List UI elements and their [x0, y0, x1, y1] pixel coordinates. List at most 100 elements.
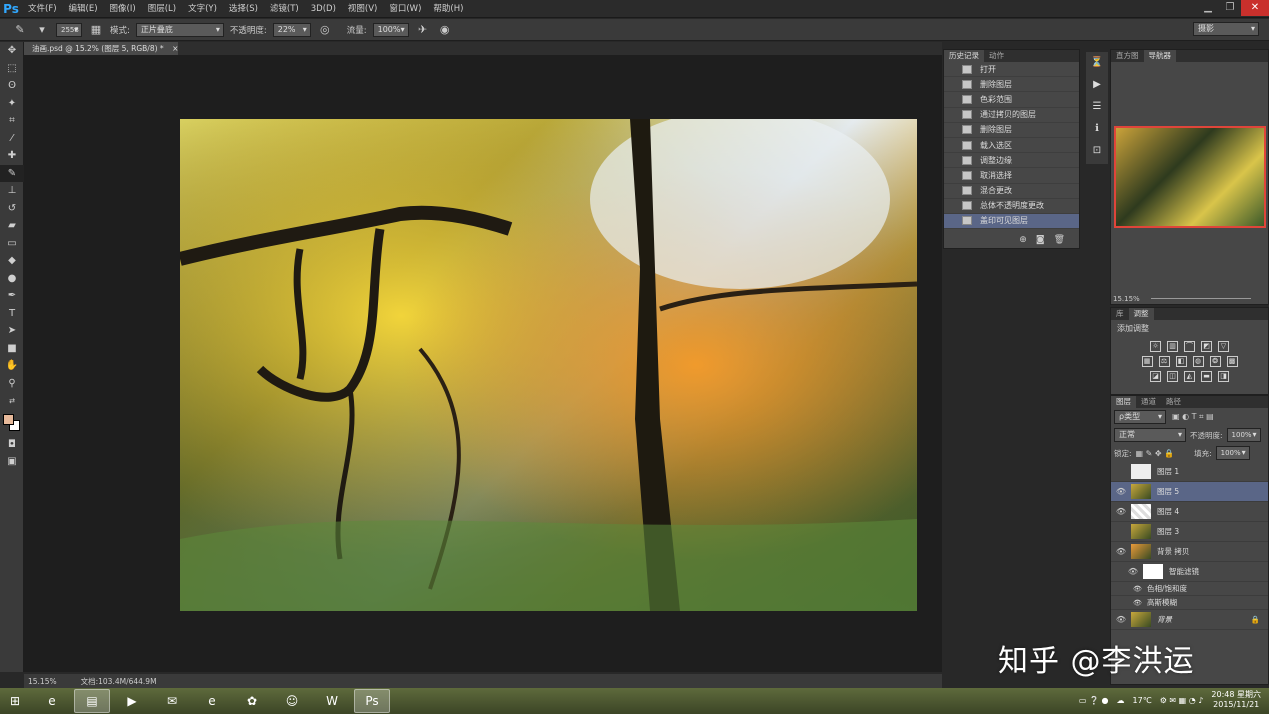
eye-icon[interactable]: 👁 [1111, 615, 1131, 624]
selective-color-icon[interactable]: ◨ [1218, 371, 1229, 382]
eye-icon[interactable]: 👁 [1111, 487, 1131, 496]
tool-presets-dock-icon[interactable]: ⊡ [1086, 140, 1108, 162]
filter-item-row[interactable]: 👁 色相/饱和度 [1111, 582, 1268, 596]
eye-icon[interactable]: 👁 [1123, 567, 1143, 576]
navigator-zoom-value[interactable]: 15.15% [1113, 295, 1140, 303]
layer-row-selected[interactable]: 👁 图层 5 [1111, 482, 1268, 502]
close-icon[interactable]: ✕ [1241, 0, 1269, 16]
opacity-field[interactable]: 22% [272, 22, 311, 37]
history-brush-icon[interactable]: ↺ [0, 200, 24, 218]
channel-mixer-icon[interactable]: ❂ [1209, 356, 1221, 367]
explorer-icon[interactable]: ▤ [74, 689, 110, 713]
color-lookup-icon[interactable]: ▩ [1226, 356, 1238, 367]
tab-channels[interactable]: 通道 [1136, 396, 1161, 408]
menu-help[interactable]: 帮助(H) [427, 0, 469, 18]
history-item[interactable]: 删除图层 [944, 77, 1079, 93]
restore-icon[interactable]: ❐ [1219, 0, 1241, 16]
menu-edit[interactable]: 编辑(E) [63, 0, 104, 18]
eye-icon[interactable]: 👁 [1133, 585, 1147, 593]
menu-view[interactable]: 视图(V) [342, 0, 383, 18]
history-item[interactable]: 打开 [944, 62, 1079, 78]
blend-mode-select[interactable]: 正常 [1114, 428, 1186, 442]
history-item-selected[interactable]: 盖印可见图层 [944, 213, 1079, 230]
flow-field[interactable]: 100% [372, 22, 409, 37]
brush-tool-icon[interactable]: ✎ [12, 22, 28, 38]
weather-icon[interactable]: ☁ [1117, 696, 1125, 705]
color-balance-icon[interactable]: ⚖ [1158, 356, 1170, 367]
qq-icon[interactable]: ☺ [274, 689, 310, 713]
menu-image[interactable]: 图像(I) [104, 0, 142, 18]
color-swatches[interactable] [0, 410, 24, 436]
levels-icon[interactable]: ▥ [1167, 341, 1178, 352]
tab-layers[interactable]: 图层 [1111, 396, 1136, 408]
brightness-icon[interactable]: ☼ [1150, 341, 1161, 352]
actions-dock-icon[interactable]: ▶ [1086, 74, 1108, 96]
tab-library[interactable]: 库 [1111, 308, 1129, 320]
eye-icon[interactable]: 👁 [1133, 599, 1147, 607]
chevron-down-icon[interactable]: ▾ [34, 22, 50, 38]
hand-tool-icon[interactable]: ✋ [0, 357, 24, 375]
blur-tool-icon[interactable]: ◆ [0, 252, 24, 270]
start-button-icon[interactable]: ⊞ [0, 689, 30, 713]
menu-layer[interactable]: 图层(L) [142, 0, 182, 18]
history-item[interactable]: 混合更改 [944, 184, 1079, 199]
history-item[interactable]: 总体不透明度更改 [944, 199, 1079, 214]
filter-icons[interactable]: ▣ ◐ T ⌗ ▤ [1172, 412, 1214, 422]
gradient-icon[interactable]: ▭ [0, 235, 24, 253]
tray-icons[interactable]: ▭ ❔ ● [1079, 696, 1109, 705]
status-zoom[interactable]: 15.15% [28, 677, 57, 686]
lasso-tool-icon[interactable]: ʘ [0, 77, 24, 95]
history-item[interactable]: 通过拷贝的图层 [944, 108, 1079, 123]
menu-file[interactable]: 文件(F) [22, 0, 63, 18]
zoom-tool-icon[interactable]: ⚲ [0, 375, 24, 393]
menu-select[interactable]: 选择(S) [223, 0, 264, 18]
healing-brush-icon[interactable]: ✚ [0, 147, 24, 165]
dodge-tool-icon[interactable]: ● [0, 270, 24, 288]
ie-icon[interactable]: e [34, 689, 70, 713]
crop-tool-icon[interactable]: ⌗ [0, 112, 24, 130]
magic-wand-icon[interactable]: ✦ [0, 95, 24, 113]
layer-row[interactable]: 👁 背景 拷贝 [1111, 542, 1268, 562]
layer-row[interactable]: 👁 背景 🔒 [1111, 610, 1268, 630]
vibrance-icon[interactable]: ▽ [1218, 341, 1229, 352]
navigator-thumbnail[interactable] [1114, 126, 1266, 228]
eye-icon[interactable]: 👁 [1111, 547, 1131, 556]
info-dock-icon[interactable]: ℹ [1086, 118, 1108, 140]
tab-adjustments[interactable]: 调整 [1128, 308, 1154, 320]
history-item[interactable]: 载入选区 [944, 138, 1079, 154]
trash-icon[interactable]: 🗑 [1054, 235, 1065, 245]
menu-filter[interactable]: 滤镜(T) [264, 0, 305, 18]
black-white-icon[interactable]: ◧ [1175, 356, 1187, 367]
media-player-icon[interactable]: ▶ [114, 689, 150, 713]
mode-select[interactable]: 正片叠底 [135, 22, 224, 37]
photo-filter-icon[interactable]: ◍ [1192, 356, 1204, 367]
history-item[interactable]: 删除图层 [944, 123, 1079, 138]
filter-item-row[interactable]: 👁 高斯模糊 [1111, 596, 1268, 610]
fill-field[interactable]: 100% [1215, 446, 1250, 460]
layer-opacity-field[interactable]: 100% [1226, 428, 1261, 442]
menu-window[interactable]: 窗口(W) [383, 0, 427, 18]
screen-mode-icon[interactable]: ▣ [0, 453, 24, 471]
shape-tool-icon[interactable]: ■ [0, 340, 24, 358]
eyedropper-icon[interactable]: ⁄ [0, 130, 24, 148]
invert-icon[interactable]: ◪ [1150, 371, 1161, 382]
pressure-opacity-icon[interactable]: ◎ [317, 22, 333, 38]
properties-dock-icon[interactable]: ☰ [1086, 96, 1108, 118]
marquee-tool-icon[interactable]: ⬚ [0, 60, 24, 78]
hue-saturation-icon[interactable]: ▦ [1141, 356, 1153, 367]
brush-panel-icon[interactable]: ▦ [88, 22, 104, 38]
minimize-icon[interactable]: ▁ [1197, 0, 1219, 16]
tab-close-icon[interactable]: × [172, 44, 178, 53]
eye-icon[interactable]: 👁 [1111, 507, 1131, 516]
curves-icon[interactable]: ⌒ [1184, 341, 1195, 352]
tab-histogram[interactable]: 直方图 [1111, 50, 1144, 62]
pressure-size-icon[interactable]: ◉ [437, 22, 453, 38]
move-tool-icon[interactable]: ✥ [0, 42, 24, 60]
tab-history[interactable]: 历史记录 [944, 50, 984, 62]
zoom-slider[interactable] [1151, 298, 1251, 299]
tab-navigator[interactable]: 导航器 [1143, 50, 1176, 62]
stamp-tool-icon[interactable]: ⊥ [0, 182, 24, 200]
gradient-map-icon[interactable]: ▬ [1201, 371, 1212, 382]
history-item[interactable]: 取消选择 [944, 168, 1079, 184]
lock-icons[interactable]: ▦ ✎ ✥ 🔒 [1136, 449, 1175, 458]
